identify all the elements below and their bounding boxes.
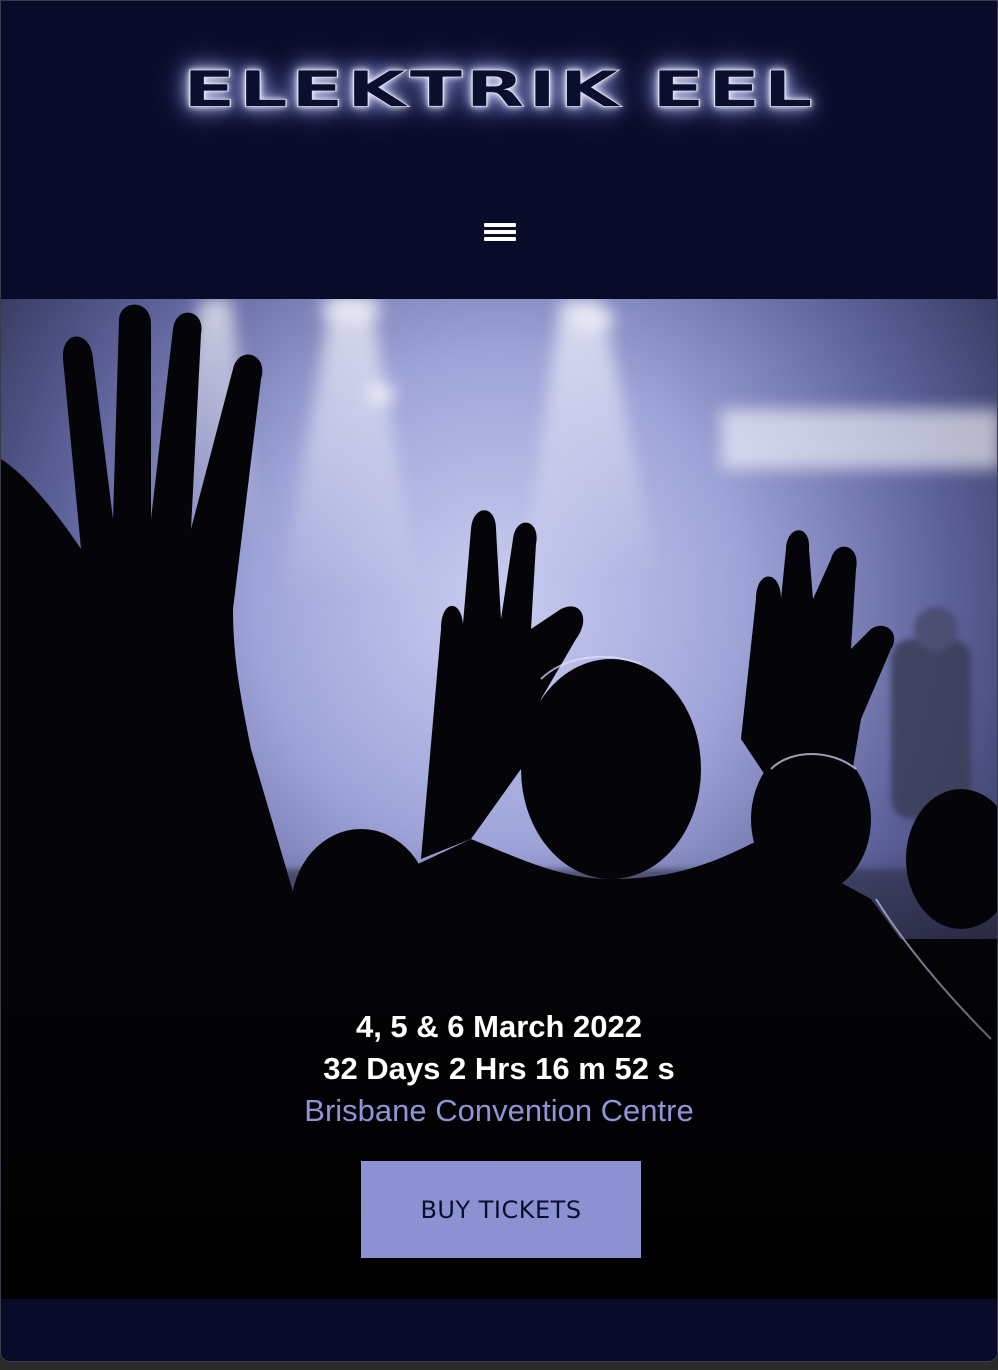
menu-bar <box>484 230 516 234</box>
site-logo[interactable]: ELEKTRIK EEL <box>1 61 997 120</box>
buy-tickets-button[interactable]: BUY TICKETS <box>361 1161 641 1258</box>
event-info: 4, 5 & 6 March 2022 32 Days 2 Hrs 16 m 5… <box>1 1006 997 1132</box>
menu-bar <box>484 223 516 227</box>
footer-strip <box>1 1299 997 1361</box>
concert-crowd-image <box>1 299 997 1299</box>
hamburger-menu-icon[interactable] <box>482 219 518 247</box>
page: ELEKTRIK EEL 4, 5 & 6 March 2022 32 Days… <box>0 0 998 1362</box>
hero-section <box>1 299 997 1299</box>
site-header: ELEKTRIK EEL <box>1 1 997 299</box>
event-date: 4, 5 & 6 March 2022 <box>355 1009 643 1044</box>
venue-name: Brisbane Convention Centre <box>304 1093 694 1128</box>
menu-bar <box>484 237 516 241</box>
countdown-timer: 32 Days 2 Hrs 16 m 52 s <box>323 1051 675 1086</box>
